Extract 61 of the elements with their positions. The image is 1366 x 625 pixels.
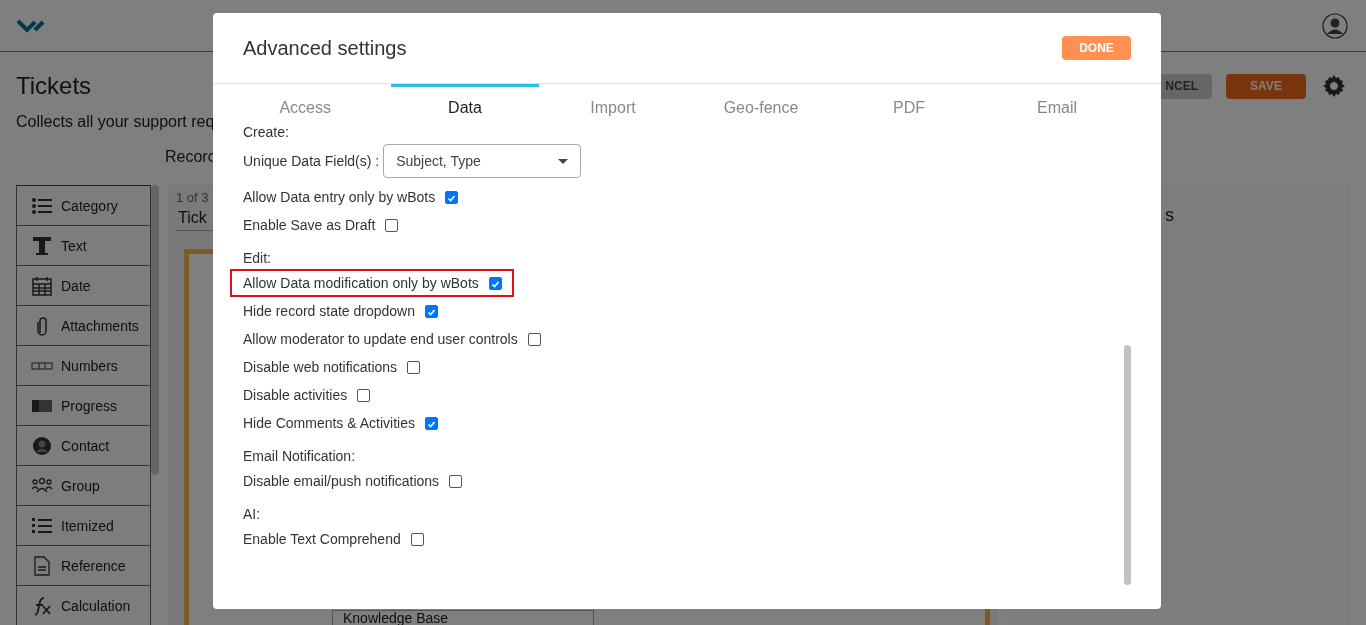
checkbox[interactable]: [357, 388, 371, 402]
checkbox[interactable]: [385, 218, 399, 232]
checkbox-label: Disable activities: [243, 387, 348, 403]
checkbox-label: Allow moderator to update end user controls: [243, 331, 518, 347]
checkbox-label: Allow Data modification only by wBots: [243, 275, 479, 291]
tab[interactable]: Email: [983, 84, 1131, 121]
avatar-icon[interactable]: [1322, 12, 1348, 39]
sidebar-item[interactable]: Numbers: [16, 346, 151, 386]
checkbox[interactable]: [488, 276, 502, 290]
checkbox[interactable]: [449, 474, 463, 488]
sidebar-item[interactable]: Attachments: [16, 306, 151, 346]
pager-text: 1 of 3: [176, 190, 209, 205]
section-heading: Email Notification:: [243, 447, 357, 466]
sidebar-item[interactable]: Category: [16, 186, 151, 226]
sidebar-item[interactable]: Date: [16, 266, 151, 306]
caret-icon: [558, 158, 569, 164]
tab[interactable]: Import: [539, 84, 687, 121]
checkbox[interactable]: [445, 190, 459, 204]
checkbox-label: Enable Text Comprehend: [243, 531, 401, 547]
tab[interactable]: Geo-fence: [687, 84, 835, 121]
field-label: Unique Data Field(s) :: [243, 153, 380, 169]
page-title: Tickets: [16, 72, 92, 100]
dropdown[interactable]: Subject, Type: [383, 144, 582, 178]
panel-title: s: [1165, 205, 1175, 226]
checkbox-label: Hide record state dropdown: [243, 303, 415, 319]
checkbox[interactable]: [424, 416, 438, 430]
record-label: Recorc: [165, 148, 216, 166]
section-heading: Edit:: [243, 249, 272, 268]
numbered-list-icon: [31, 515, 53, 536]
tab[interactable]: Data: [391, 84, 539, 121]
calendar-icon: [31, 275, 53, 296]
checkbox-label: Disable web notifications: [243, 359, 398, 375]
checkbox-label: Allow Data entry only by wBots: [243, 189, 436, 205]
dialog-title: Advanced settings: [243, 36, 407, 60]
tab[interactable]: Access: [243, 84, 391, 121]
text-icon: [31, 235, 53, 256]
checkbox-label: Hide Comments & Activities: [243, 415, 415, 431]
select-field[interactable]: Knowledge Base: [332, 610, 594, 625]
list-icon: [31, 195, 53, 216]
sidebar-item[interactable]: Itemized: [16, 506, 151, 546]
sidebar-item[interactable]: Calculation: [16, 586, 151, 625]
section-heading: Create:: [243, 123, 290, 142]
settings-icon[interactable]: [1322, 74, 1346, 98]
sidebar-item[interactable]: Contact: [16, 426, 151, 466]
checkbox-label: Disable email/push notifications: [243, 473, 440, 489]
tab[interactable]: PDF: [835, 84, 983, 121]
person-icon: [31, 435, 53, 456]
sidebar-item[interactable]: Reference: [16, 546, 151, 586]
scrollbar[interactable]: [151, 185, 159, 475]
sidebar-item[interactable]: Group: [16, 466, 151, 506]
page-description: Collects all your support req: [16, 113, 215, 131]
document-icon: [31, 555, 53, 576]
scrollbar[interactable]: [1124, 345, 1131, 585]
section-heading: AI:: [243, 505, 262, 524]
sidebar-item[interactable]: Progress: [16, 386, 151, 426]
checkbox-label: Enable Save as Draft: [243, 217, 376, 233]
checkbox[interactable]: [425, 304, 438, 318]
checkbox[interactable]: [410, 532, 424, 546]
checkbox[interactable]: [407, 360, 421, 374]
checkbox[interactable]: [527, 332, 541, 346]
sidebar-item[interactable]: Text: [16, 226, 151, 266]
